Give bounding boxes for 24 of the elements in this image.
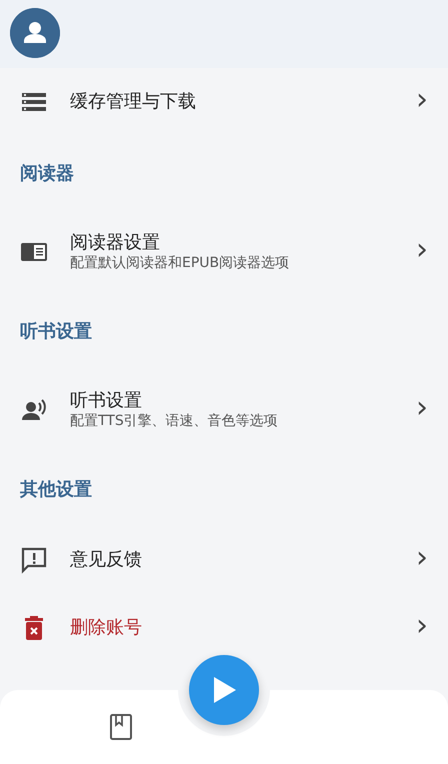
play-icon	[211, 676, 237, 704]
feedback-icon	[20, 546, 48, 574]
section-heading: 其他设置	[20, 478, 92, 502]
chevron-icon: ›	[416, 85, 428, 119]
chevron-icon: ›	[416, 543, 428, 577]
settings-item[interactable]: 听书设置 配置TTS引擎、语速、音色等选项 ›	[0, 368, 448, 452]
item-subtitle: 配置默认阅读器和EPUB阅读器选项	[70, 254, 290, 273]
settings-item[interactable]: 缓存管理与下载 ›	[0, 68, 448, 136]
settings-item[interactable]: 删除账号 ›	[0, 594, 448, 662]
bookmark-icon[interactable]	[108, 713, 134, 741]
section-heading: 听书设置	[20, 320, 92, 344]
settings-item[interactable]: 意见反馈 ›	[0, 526, 448, 594]
chevron-icon: ›	[416, 611, 428, 645]
item-title: 阅读器设置	[70, 230, 161, 254]
avatar-icon[interactable]	[10, 8, 60, 58]
item-subtitle: 配置TTS引擎、语速、音色等选项	[70, 412, 278, 431]
item-title: 听书设置	[70, 388, 143, 412]
settings-item[interactable]: 阅读器设置 配置默认阅读器和EPUB阅读器选项 ›	[0, 210, 448, 294]
item-title: 删除账号	[70, 616, 142, 640]
section-heading: 阅读器	[20, 162, 74, 186]
chevron-icon: ›	[416, 393, 428, 427]
chevron-icon: ›	[416, 235, 428, 269]
item-title: 缓存管理与下载	[70, 90, 196, 114]
item-title: 意见反馈	[70, 548, 142, 572]
